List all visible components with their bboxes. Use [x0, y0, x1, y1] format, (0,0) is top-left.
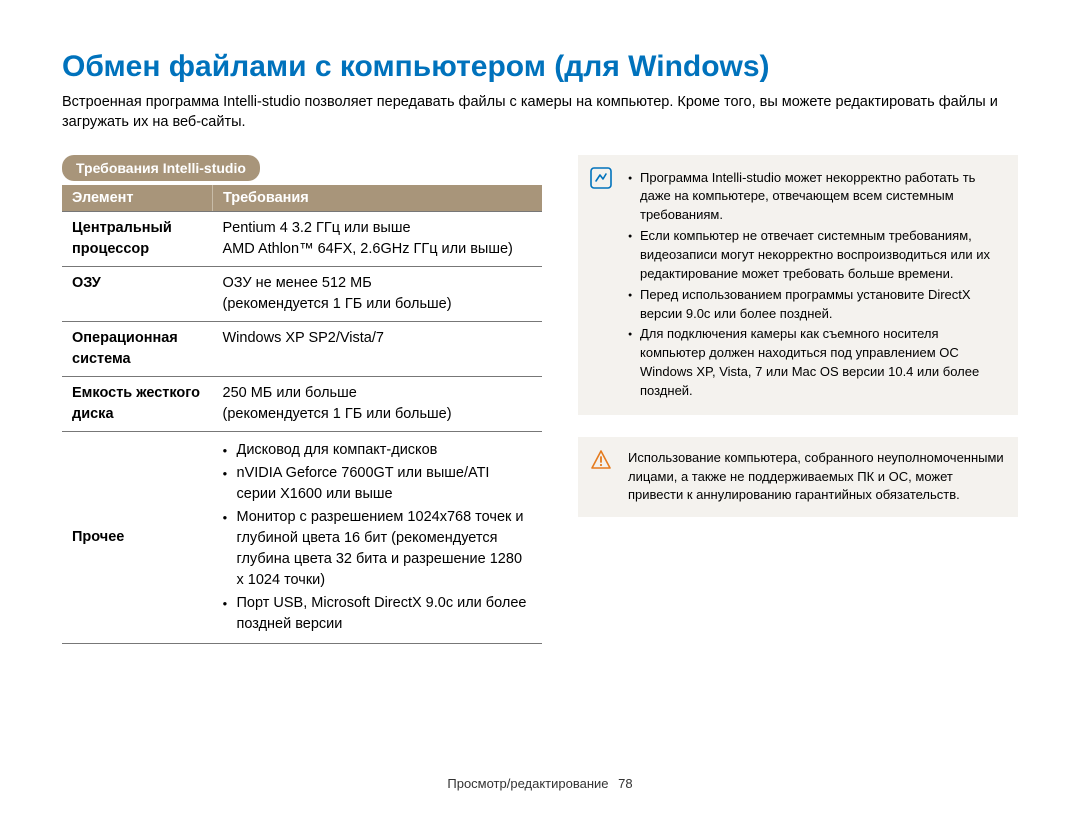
cell-label: Емкость жесткого диска [62, 376, 213, 431]
text: AMD Athlon™ 64FX, 2.6GHz ГГц или выше) [223, 241, 513, 257]
cell-label: Прочее [62, 431, 213, 643]
footer-page-number: 78 [618, 776, 632, 791]
list-item: Для подключения камеры как съемного носи… [628, 325, 1004, 400]
list-item: Перед использованием программы установит… [628, 286, 1004, 324]
cell-label: Центральный процессор [62, 211, 213, 266]
cell-value: 250 МБ или больше (рекомендуется 1 ГБ ил… [213, 376, 543, 431]
text: Pentium 4 3.2 ГГц или выше [223, 220, 411, 236]
text: (рекомендуется 1 ГБ или больше) [223, 406, 452, 422]
warning-icon [590, 449, 612, 471]
cell-value: Дисковод для компакт-дисков nVIDIA Gefor… [213, 431, 543, 643]
list-item: nVIDIA Geforce 7600GT или выше/ATI серии… [223, 463, 533, 505]
intro-paragraph: Встроенная программа Intelli-studio позв… [62, 92, 1020, 133]
text: ОЗУ не менее 512 МБ [223, 275, 372, 291]
table-row: Прочее Дисковод для компакт-дисков nVIDI… [62, 431, 542, 643]
list-item: Если компьютер не отвечает системным тре… [628, 227, 1004, 284]
warning-note-box: Использование компьютера, собранного неу… [578, 437, 1018, 518]
info-icon [590, 167, 612, 189]
right-column: Программа Intelli-studio может некоррект… [578, 155, 1018, 644]
table-row: Центральный процессор Pentium 4 3.2 ГГц … [62, 211, 542, 266]
section-label: Требования Intelli-studio [62, 155, 260, 181]
cell-value: ОЗУ не менее 512 МБ (рекомендуется 1 ГБ … [213, 266, 543, 321]
table-header-requirements: Требования [213, 185, 543, 212]
list-item: Порт USB, Microsoft DirectX 9.0c или бол… [223, 593, 533, 635]
footer-section: Просмотр/редактирование [447, 776, 608, 791]
list-item: Дисковод для компакт-дисков [223, 440, 533, 461]
info-note-box: Программа Intelli-studio может некоррект… [578, 155, 1018, 415]
columns: Требования Intelli-studio Элемент Требов… [62, 155, 1020, 644]
text: 250 МБ или больше [223, 385, 357, 401]
requirements-table: Элемент Требования Центральный процессор… [62, 185, 542, 644]
warning-text: Использование компьютера, собранного неу… [628, 449, 1004, 506]
cell-value: Pentium 4 3.2 ГГц или выше AMD Athlon™ 6… [213, 211, 543, 266]
cell-label: Операционная система [62, 321, 213, 376]
table-row: ОЗУ ОЗУ не менее 512 МБ (рекомендуется 1… [62, 266, 542, 321]
page-footer: Просмотр/редактирование 78 [0, 776, 1080, 791]
list-item: Монитор с разрешением 1024x768 точек и г… [223, 507, 533, 591]
left-column: Требования Intelli-studio Элемент Требов… [62, 155, 542, 644]
table-row: Операционная система Windows XP SP2/Vist… [62, 321, 542, 376]
page-title: Обмен файлами с компьютером (для Windows… [62, 50, 1020, 84]
cell-value: Windows XP SP2/Vista/7 [213, 321, 543, 376]
list-item: Программа Intelli-studio может некоррект… [628, 169, 1004, 226]
cell-label: ОЗУ [62, 266, 213, 321]
text: (рекомендуется 1 ГБ или больше) [223, 296, 452, 312]
table-header-element: Элемент [62, 185, 213, 212]
table-row: Емкость жесткого диска 250 МБ или больше… [62, 376, 542, 431]
document-page: Обмен файлами с компьютером (для Windows… [0, 0, 1080, 815]
